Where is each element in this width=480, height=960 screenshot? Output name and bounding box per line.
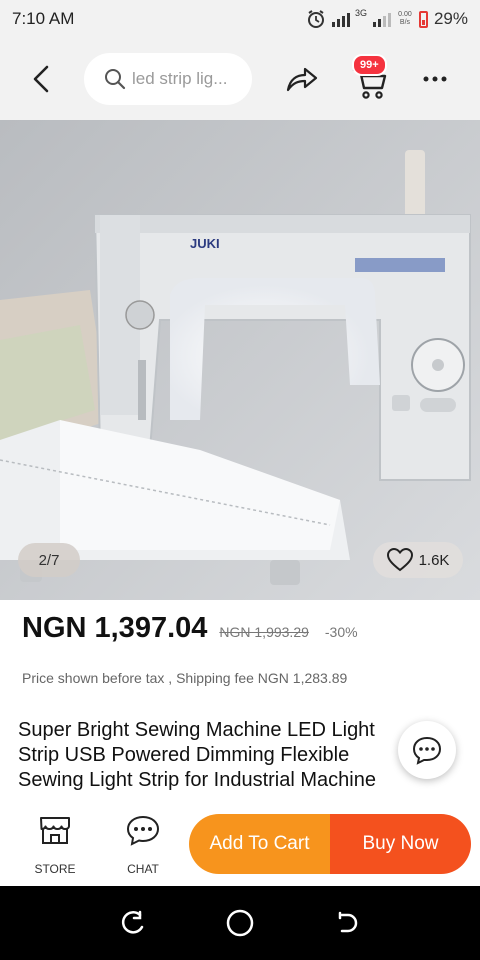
- svg-text:JUKI: JUKI: [190, 236, 220, 251]
- current-price: NGN 1,397.04: [22, 612, 208, 644]
- store-button[interactable]: STORE: [20, 814, 90, 876]
- price-row: NGN 1,397.04 NGN 1,993.29 -30%: [22, 612, 358, 645]
- status-bar: 7:10 AM 3G 0.00 B/s 29%: [0, 0, 480, 38]
- more-button[interactable]: [420, 62, 450, 96]
- add-to-cart-button[interactable]: Add To Cart: [189, 814, 330, 874]
- back-button[interactable]: [24, 62, 58, 96]
- chat-bubble-icon: [412, 736, 442, 765]
- chat-icon: [126, 815, 160, 846]
- system-nav-bar: [0, 886, 480, 960]
- back-arrow-icon: [33, 65, 49, 93]
- product-image[interactable]: JUKI: [0, 120, 480, 600]
- alarm-icon: [307, 10, 324, 28]
- recent-apps-icon: [122, 910, 144, 934]
- signal-icon: [331, 11, 350, 27]
- recent-apps-button[interactable]: [113, 903, 153, 943]
- net-speed: 0.00 B/s: [397, 11, 413, 27]
- heart-icon: [386, 548, 413, 572]
- home-circle-icon: [226, 909, 254, 937]
- like-button[interactable]: 1.6K: [373, 542, 463, 578]
- product-detail-screen: 7:10 AM 3G 0.00 B/s 29% led strip lig...…: [0, 0, 480, 960]
- store-label: STORE: [34, 862, 76, 876]
- chat-label: CHAT: [127, 862, 159, 876]
- chat-button[interactable]: CHAT: [108, 814, 178, 876]
- system-back-icon: [338, 911, 357, 933]
- bottom-action-bar: STORE CHAT Add To Cart Buy Now: [0, 804, 480, 886]
- sewing-machine-photo: JUKI: [0, 120, 480, 600]
- cart-badge: 99+: [352, 54, 387, 76]
- original-price: NGN 1,993.29: [219, 624, 309, 640]
- buy-now-button[interactable]: Buy Now: [330, 814, 471, 874]
- status-time: 7:10 AM: [12, 9, 75, 28]
- product-title: Super Bright Sewing Machine LED Light St…: [18, 719, 376, 796]
- signal-icon: [372, 11, 391, 27]
- status-icons: 3G 0.00 B/s 29%: [306, 8, 468, 29]
- like-count: 1.6K: [418, 551, 450, 569]
- search-icon: [105, 69, 126, 90]
- floating-chat-button[interactable]: [398, 721, 456, 779]
- image-counter: 2/7: [18, 543, 80, 577]
- search-input[interactable]: led strip lig...: [84, 53, 252, 105]
- net-speed-unit: B/s: [399, 19, 411, 26]
- network-type: 3G: [354, 8, 367, 18]
- store-icon: [40, 817, 70, 844]
- tax-shipping-note: Price shown before tax , Shipping fee NG…: [22, 670, 348, 686]
- search-query: led strip lig...: [132, 69, 228, 88]
- top-nav: led strip lig...: [0, 38, 480, 120]
- more-icon: [423, 76, 447, 82]
- discount-badge: -30%: [324, 624, 358, 640]
- net-speed-value: 0.00: [398, 11, 412, 18]
- battery-icon: [418, 10, 428, 28]
- share-icon: [286, 67, 318, 92]
- home-button[interactable]: [220, 903, 260, 943]
- battery-percent: 29%: [433, 9, 468, 28]
- back-system-button[interactable]: [327, 903, 367, 943]
- share-button[interactable]: [284, 62, 320, 96]
